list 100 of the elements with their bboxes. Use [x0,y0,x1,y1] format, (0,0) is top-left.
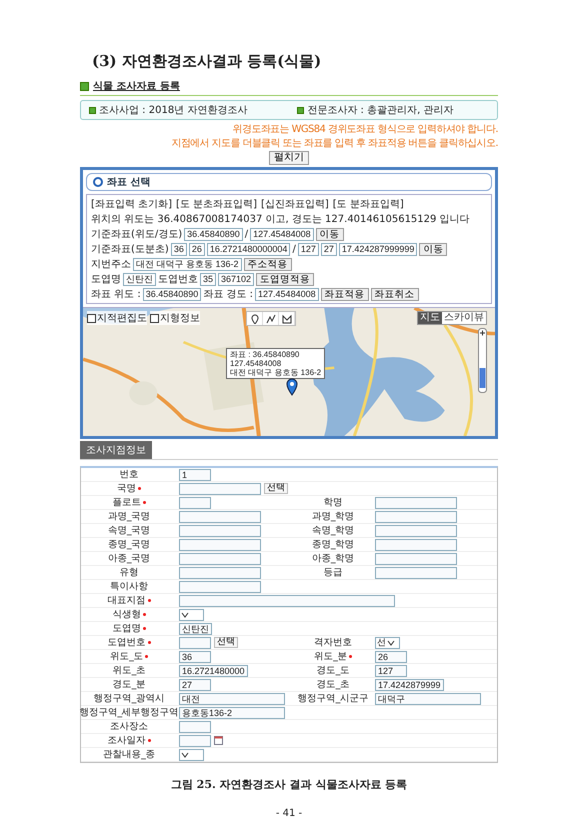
field-label: 속명_학명 [293,524,373,538]
required-mark [148,641,150,644]
popup-text: 좌표 : 36.45840890 [230,350,300,359]
input-field[interactable]: 127 [298,242,319,256]
tab[interactable]: 조사지점정보 [80,441,152,459]
required-mark [148,599,150,602]
date-field[interactable] [179,734,211,746]
input-field[interactable] [179,580,261,592]
field-label: 관찰내용_종 [81,748,177,762]
field-label: / [244,228,248,240]
input-field[interactable]: 용호동136-2 [179,706,285,718]
action-button[interactable]: 이동 [316,228,344,240]
input-field[interactable]: 26 [188,242,205,256]
input-field[interactable]: 367102 [218,272,254,286]
input-field[interactable] [179,594,395,606]
field-label: 조사일자 [81,734,177,748]
input-field[interactable]: 대전 [179,692,285,704]
input-field[interactable]: 16.2721480000 [179,664,248,676]
input-field[interactable]: 1 [179,468,211,480]
input-field[interactable]: 신탄진 [179,622,212,634]
zoom-slider[interactable] [478,328,487,393]
coordinate-link[interactable]: [도 분좌표입력] [332,197,404,211]
action-button[interactable]: 좌표적용 [320,288,369,300]
field-label: 도엽번호 [158,273,198,286]
input-field[interactable]: 36.45840890 [184,228,243,240]
input-field[interactable]: 대전 대덕구 용호동 136-2 [133,258,242,270]
input-field[interactable]: 36 [170,242,187,256]
field-label: 아종_학명 [293,552,373,566]
input-field[interactable]: 36 [179,650,211,662]
calendar-icon[interactable] [214,736,223,745]
input-field[interactable] [179,552,261,564]
field-label: 등급 [293,566,373,580]
popup-text: 대전 대덕구 용호동 136-2 [230,368,322,377]
select-button[interactable]: 선택 [264,483,288,494]
input-field[interactable] [179,524,261,536]
action-button[interactable]: 좌표취소 [370,288,419,300]
field-label: 대표지점 [81,594,177,608]
input-field[interactable]: 16.2721480000004 [206,242,290,256]
field-label: 종명_학명 [293,538,373,552]
required-mark [142,627,146,630]
input-field[interactable]: 127.45484008 [255,288,319,300]
section-heading: (3) 자연환경조사결과 등록(식물) [92,52,322,71]
caret-icon [181,750,189,758]
dropdown[interactable] [179,748,204,760]
input-field[interactable]: 신탄진 [123,272,156,286]
input-field[interactable] [375,566,457,578]
dropdown[interactable] [179,608,204,620]
field-label: 학명 [293,496,373,510]
field-label: 과명_학명 [293,510,373,524]
toggle-button[interactable]: 펼치기 [269,151,309,165]
coordinate-link[interactable]: [도 분초좌표입력] [176,197,257,211]
input-field[interactable] [375,538,457,550]
layer-checkbox[interactable]: 지형정보 [150,311,200,325]
panel-icon [93,177,103,187]
field-label: 속명_국명 [81,524,177,538]
input-field[interactable] [179,636,211,648]
input-field[interactable]: 대덕구 [375,692,481,704]
layer-checkbox[interactable]: 지적편집도 [87,311,147,325]
action-button[interactable]: 주소적용 [244,258,292,270]
input-field[interactable] [375,510,457,522]
dropdown[interactable]: 선 [375,636,400,648]
action-button[interactable]: 이동 [419,242,448,256]
info-text: 조사사업 : 2018년 자연환경조사 [99,104,248,117]
input-field[interactable] [179,510,261,522]
field-label: 경도_분 [81,678,177,692]
field-label: 특이사항 [81,580,177,594]
input-field[interactable]: 27 [320,242,337,256]
field-label: 국명 [81,482,177,496]
bullet-icon [89,106,96,114]
input-field[interactable] [179,482,261,494]
field-label: 식생형 [81,608,177,622]
input-field[interactable]: 127.45484008 [250,228,314,240]
field-label: 위도_초 [81,664,177,678]
map-view-toggle[interactable]: 스카이뷰 [442,312,486,324]
input-field[interactable] [179,720,211,732]
input-field[interactable]: 35 [200,272,216,286]
caret-icon [387,638,395,646]
input-field[interactable] [375,496,457,508]
select-button[interactable]: 선택 [214,637,238,648]
input-field[interactable]: 36.45840890 [142,288,202,300]
required-mark [138,487,141,490]
field-label: 도엽번호 [81,636,177,650]
input-field[interactable] [179,538,261,550]
field-label: 조사장소 [81,720,177,734]
action-button[interactable]: 도엽명적용 [256,272,314,286]
input-field[interactable] [179,566,261,578]
required-mark [142,501,146,504]
input-field[interactable]: 17.424287999999 [338,242,418,256]
input-field[interactable]: 127 [375,664,407,676]
input-field[interactable] [375,524,457,536]
field-label: 유형 [81,566,177,580]
coordinate-link[interactable]: [좌표입력 초기화] [91,197,172,211]
input-field[interactable] [375,552,457,564]
input-field[interactable]: 26 [375,650,407,662]
input-field[interactable]: 17.4242879999 [375,678,444,690]
input-field[interactable] [179,496,211,508]
coordinate-link[interactable]: [십진좌표입력] [260,197,329,211]
map-view-toggle[interactable]: 지도 [418,312,442,324]
input-field[interactable]: 27 [179,678,211,690]
field-label: 도엽명 [91,273,121,286]
